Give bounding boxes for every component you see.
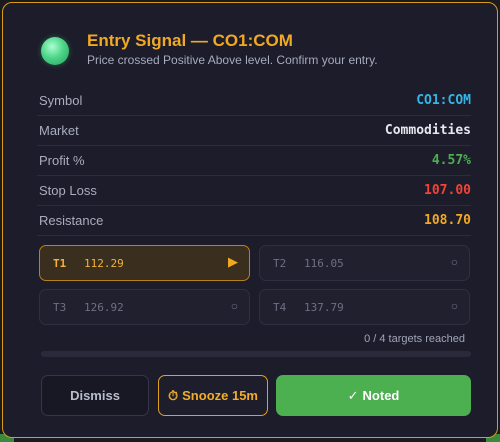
detail-row-market: Market Commodities [37, 116, 471, 146]
target-t1[interactable]: T1 112.29 ▶ [39, 245, 250, 281]
noted-button[interactable]: ✓ Noted [276, 375, 471, 416]
detail-value: 107.00 [424, 183, 471, 198]
detail-value: CO1:COM [416, 93, 471, 108]
dialog-header: Entry Signal — CO1:COM Price crossed Pos… [41, 31, 481, 71]
target-label: T2 [273, 257, 287, 270]
target-price: 137.79 [304, 301, 344, 314]
targets-grid: T1 112.29 ▶ T2 116.05 ○ T3 126.92 ○ T4 1… [39, 245, 471, 325]
entry-signal-dialog: Entry Signal — CO1:COM Price crossed Pos… [2, 2, 498, 438]
target-t3[interactable]: T3 126.92 ○ [39, 289, 250, 325]
dialog-title: Entry Signal — CO1:COM [87, 31, 293, 50]
targets-progress-bar [41, 351, 471, 357]
target-label: T4 [273, 301, 287, 314]
target-price: 116.05 [304, 257, 344, 270]
target-t4[interactable]: T4 137.79 ○ [259, 289, 470, 325]
detail-label: Resistance [39, 213, 104, 228]
details-list: Symbol CO1:COM Market Commodities Profit… [37, 86, 471, 236]
detail-value: Commodities [384, 123, 471, 138]
detail-label: Stop Loss [39, 183, 97, 198]
snooze-label: Snooze 15m [182, 388, 258, 403]
status-indicator-icon [41, 37, 69, 65]
targets-reached-text: 0 / 4 targets reached [364, 333, 465, 345]
circle-icon: ○ [450, 299, 458, 313]
noted-label: Noted [362, 388, 400, 403]
circle-icon: ○ [450, 255, 458, 269]
stopwatch-icon: ⏱ [168, 387, 179, 403]
dismiss-button[interactable]: Dismiss [41, 375, 149, 416]
detail-label: Market [39, 123, 79, 138]
detail-value: 108.70 [424, 213, 471, 228]
detail-row-profit: Profit % 4.57% [37, 146, 471, 176]
target-label: T3 [53, 301, 67, 314]
target-price: 112.29 [84, 257, 124, 270]
snooze-button[interactable]: ⏱ Snooze 15m [158, 375, 268, 416]
circle-icon: ○ [230, 299, 238, 313]
dismiss-label: Dismiss [70, 388, 120, 403]
checkmark-icon: ✓ [347, 387, 359, 403]
target-label: T1 [53, 257, 67, 270]
detail-label: Profit % [39, 153, 85, 168]
play-icon: ▶ [228, 254, 238, 269]
dialog-subtitle: Price crossed Positive Above level. Conf… [87, 53, 378, 67]
detail-label: Symbol [39, 93, 83, 108]
detail-row-resistance: Resistance 108.70 [37, 206, 471, 236]
target-t2[interactable]: T2 116.05 ○ [259, 245, 470, 281]
target-price: 126.92 [84, 301, 124, 314]
detail-value: 4.57% [431, 153, 471, 168]
detail-row-symbol: Symbol CO1:COM [37, 86, 471, 116]
detail-row-stop-loss: Stop Loss 107.00 [37, 176, 471, 206]
